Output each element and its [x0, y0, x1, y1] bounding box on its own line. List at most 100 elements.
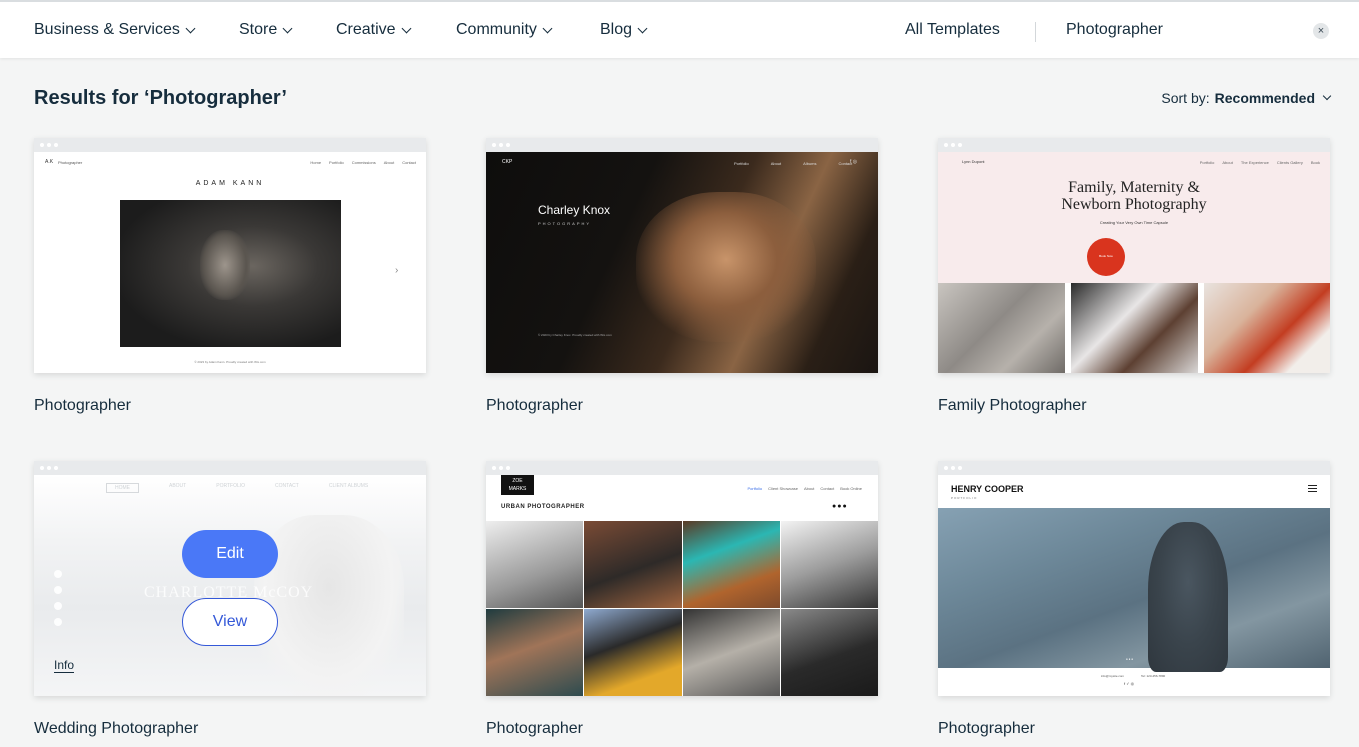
template-card[interactable]: ZOE MARKS Portfolio Client Showcase About C… [486, 461, 878, 737]
site-name: Charley Knox [538, 203, 611, 217]
search-input[interactable]: Photographer [1066, 21, 1163, 39]
template-thumbnail[interactable]: HOME ABOUT PORTFOLIO CONTACT CLIENT ALBUMS C… [34, 461, 426, 696]
site-preview: CKP Portfolio About Albums Contact f ◎ Char… [486, 152, 878, 373]
template-card[interactable]: HENRY COOPER PORTFOLIO ● ● ● info@mysite… [938, 461, 1330, 737]
father-photo [1071, 283, 1198, 373]
template-card[interactable]: CKP Portfolio About Albums Contact f ◎ Char… [486, 138, 878, 414]
site-headline: Family, Maternity & Newborn Photography [1061, 179, 1207, 213]
site-menu: Portfolio About The Experience Clients Gall… [1199, 160, 1320, 165]
site-logo: Lynn Dupont [962, 159, 985, 164]
sort-value: Recommended [1214, 90, 1315, 106]
site-email: info@mysite.com [1101, 674, 1125, 678]
all-templates-link[interactable]: All Templates [905, 21, 1000, 39]
site-phone: Tel: 123-456-7890 [1141, 674, 1166, 678]
template-card[interactable]: Lynn Dupont Portfolio About The Experience… [938, 138, 1330, 414]
nav-divider [1035, 22, 1036, 42]
grid-photo [780, 609, 878, 696]
template-thumbnail[interactable]: HENRY COOPER PORTFOLIO ● ● ● info@mysite… [938, 461, 1330, 696]
grid-photo [584, 609, 682, 696]
hero-section [938, 152, 1330, 283]
site-subtitle: URBAN PHOTOGRAPHER [501, 504, 585, 510]
site-menu: HOME ABOUT PORTFOLIO CONTACT CLIENT ALBUMS [106, 483, 368, 493]
nav-community[interactable]: Community [456, 21, 553, 39]
hooded-person [1148, 522, 1228, 672]
social-icons: f ✓ ◎ [1124, 681, 1135, 686]
browser-bar [938, 138, 1330, 152]
template-thumbnail[interactable]: A.K Photographer Home Portfolio Commission… [34, 138, 426, 373]
template-thumbnail[interactable]: CKP Portfolio About Albums Contact f ◎ Char… [486, 138, 878, 373]
chevron-down-icon [542, 23, 553, 33]
results-title: Results for ‘Photographer’ [34, 87, 287, 109]
template-title[interactable]: Photographer [486, 397, 583, 415]
nav-blog[interactable]: Blog [600, 21, 648, 39]
browser-bar [34, 461, 426, 475]
template-card[interactable]: HOME ABOUT PORTFOLIO CONTACT CLIENT ALBUMS C… [34, 461, 426, 737]
site-preview: HENRY COOPER PORTFOLIO ● ● ● info@mysite… [938, 475, 1330, 696]
site-preview: A.K Photographer Home Portfolio Commission… [34, 152, 426, 373]
chevron-down-icon [1322, 91, 1332, 101]
baby-photo [938, 283, 1065, 373]
browser-bar [938, 461, 1330, 475]
slide-dots: ● ● ● [1126, 657, 1134, 661]
grid-photo [780, 521, 878, 608]
site-logo: ZOE MARKS [501, 475, 534, 495]
browser-bar [34, 138, 426, 152]
social-icons: ●●● [832, 503, 848, 510]
site-subtitle: PORTFOLIO [951, 496, 978, 500]
hamburger-menu-icon [1308, 485, 1317, 492]
site-preview: Lynn Dupont Portfolio About The Experience… [938, 152, 1330, 373]
template-title[interactable]: Photographer [34, 397, 131, 415]
nav-business-services[interactable]: Business & Services [34, 21, 196, 39]
site-logo: CKP [502, 159, 513, 165]
photo-grid [486, 521, 878, 696]
template-card[interactable]: A.K Photographer Home Portfolio Commission… [34, 138, 426, 414]
hero-photo: ● ● ● [938, 508, 1330, 672]
top-navigation: Business & Services Store Creative Commu… [0, 0, 1359, 58]
template-thumbnail[interactable]: ZOE MARKS Portfolio Client Showcase About C… [486, 461, 878, 696]
template-title[interactable]: Wedding Photographer [34, 720, 198, 738]
grid-photo [682, 609, 780, 696]
site-name: HENRY COOPER [951, 484, 1024, 494]
chevron-down-icon [185, 23, 196, 33]
browser-bar [486, 461, 878, 475]
sort-label: Sort by: [1161, 90, 1210, 106]
site-subtitle: Creating Your Very Own Time Capsule [1099, 220, 1169, 225]
grid-photo [682, 521, 780, 608]
chevron-down-icon [282, 23, 293, 33]
grid-photo [486, 609, 584, 696]
site-preview: ZOE MARKS Portfolio Client Showcase About C… [486, 475, 878, 696]
view-button[interactable]: View [182, 598, 278, 646]
site-name: ADAM KANN [195, 180, 265, 187]
template-title[interactable]: Photographer [486, 720, 583, 738]
site-menu: Home Portfolio Commissions About Contact [310, 160, 416, 165]
chevron-down-icon [401, 23, 412, 33]
site-footer: © 2023 by Adam Kann. Proudly created wit… [194, 360, 266, 364]
grid-photo [584, 521, 682, 608]
site-tagline: Photographer [58, 160, 83, 165]
nav-creative[interactable]: Creative [336, 21, 412, 39]
site-subtitle: PHOTOGRAPHY [538, 221, 592, 226]
social-icons: f ◎ [850, 159, 858, 165]
template-title[interactable]: Family Photographer [938, 397, 1087, 415]
sort-dropdown[interactable]: Sort by: Recommended [1161, 90, 1332, 106]
template-title[interactable]: Photographer [938, 720, 1035, 738]
site-footer: © 2023 by Charley Knox. Proudly created … [538, 333, 612, 337]
site-preview: HOME ABOUT PORTFOLIO CONTACT CLIENT ALBUMS C… [34, 475, 426, 696]
child-photo [1204, 283, 1330, 373]
chevron-down-icon [637, 23, 648, 33]
portrait-photo [120, 200, 341, 347]
site-menu: Portfolio Client Showcase About Contact Book… [747, 486, 862, 491]
next-arrow-icon: › [395, 265, 399, 276]
grid-photo [486, 521, 584, 608]
couple-photo [254, 515, 404, 696]
edit-button[interactable]: Edit [182, 530, 278, 578]
info-link[interactable]: Info [54, 658, 75, 673]
site-menu: Portfolio About Albums Contact [734, 161, 853, 166]
clear-search-icon[interactable]: × [1313, 23, 1329, 39]
template-thumbnail[interactable]: Lynn Dupont Portfolio About The Experience… [938, 138, 1330, 373]
nav-store[interactable]: Store [239, 21, 293, 39]
portrait-highlight [636, 192, 816, 342]
browser-bar [486, 138, 878, 152]
book-now-button: Book Now [1087, 238, 1125, 276]
site-logo: A.K [45, 159, 54, 165]
